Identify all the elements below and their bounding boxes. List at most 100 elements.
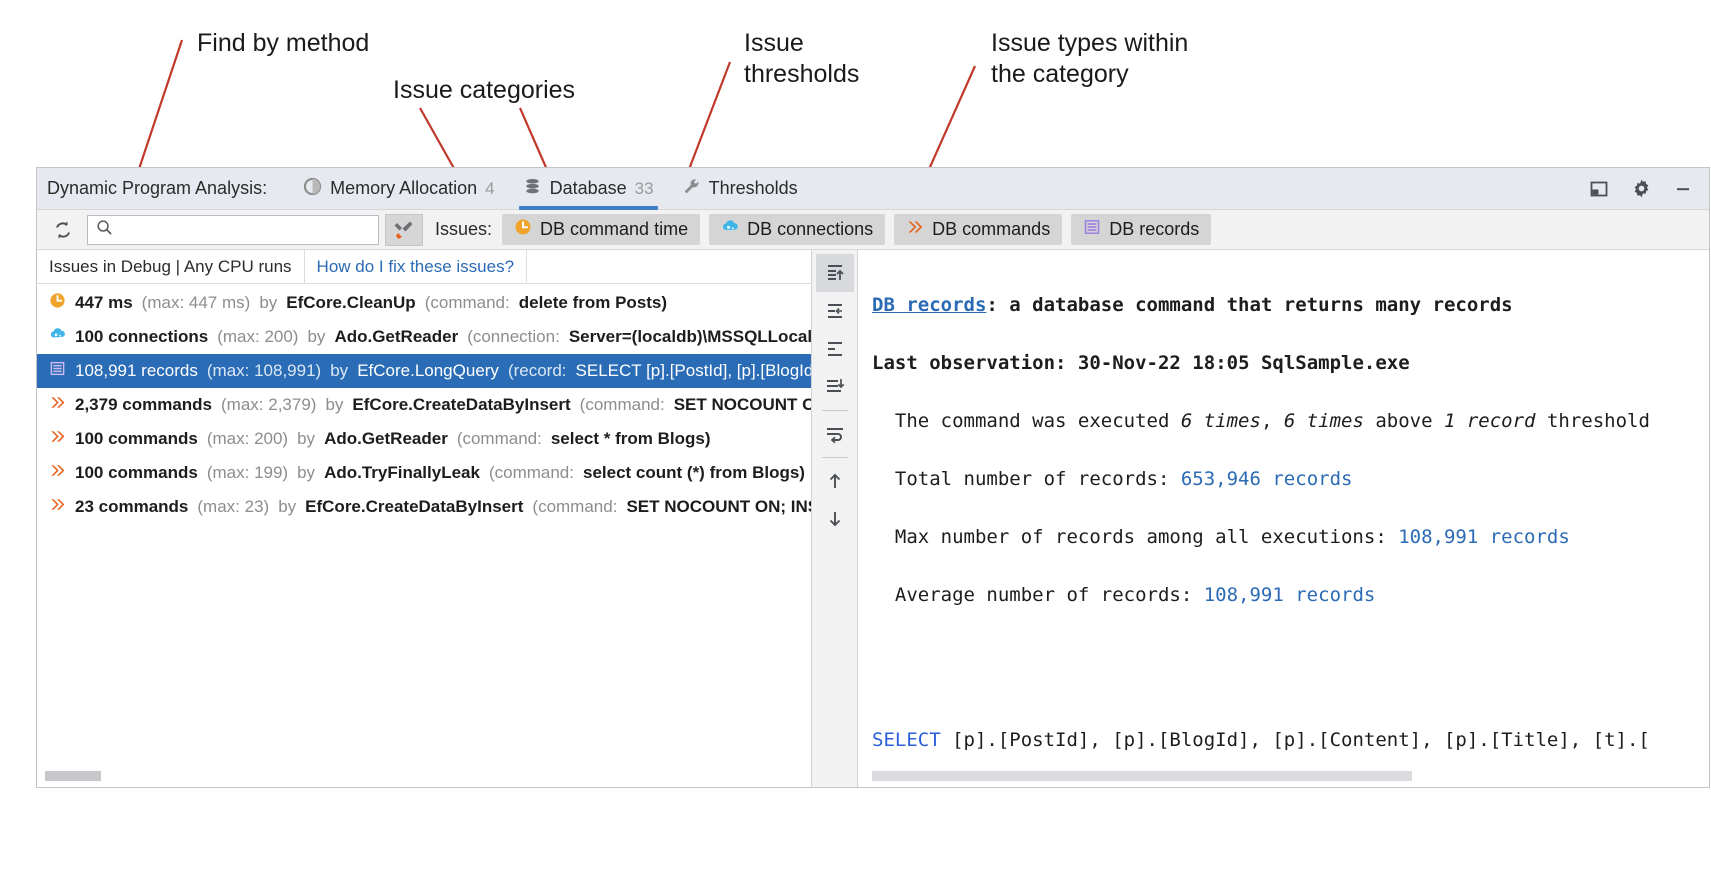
issue-type-db-connections[interactable]: DB connections bbox=[709, 214, 885, 245]
category-label-database: Database bbox=[550, 178, 627, 199]
issue-method: Ado.TryFinallyLeak bbox=[324, 463, 480, 483]
how-to-fix-link[interactable]: How do I fix these issues? bbox=[305, 250, 527, 283]
issue-value: 23 commands bbox=[75, 497, 188, 517]
issue-value: 108,991 records bbox=[75, 361, 198, 381]
details-horizontal-scrollbar[interactable] bbox=[872, 771, 1412, 781]
issue-value: 100 commands bbox=[75, 429, 198, 449]
issue-by: by bbox=[330, 361, 348, 381]
issue-type-db-commands[interactable]: DB commands bbox=[894, 214, 1062, 245]
indent-lines-icon[interactable] bbox=[816, 292, 854, 330]
table-row[interactable]: 23 commands (max: 23) by EfCore.CreateDa… bbox=[37, 490, 811, 524]
issue-list-horizontal-scrollbar[interactable] bbox=[45, 771, 775, 781]
table-row[interactable]: 447 ms (max: 447 ms) by EfCore.CleanUp (… bbox=[37, 286, 811, 320]
issue-value: 2,379 commands bbox=[75, 395, 212, 415]
refresh-icon[interactable] bbox=[43, 213, 83, 247]
issue-detail-key: (record: bbox=[508, 361, 567, 381]
runs-filter-label: Issues in Debug | Any CPU runs bbox=[37, 250, 305, 283]
issue-type-db-records[interactable]: DB records bbox=[1071, 214, 1211, 245]
details-max-records-line: Max number of records among all executio… bbox=[872, 523, 1709, 552]
issue-detail-key: (command: bbox=[580, 395, 665, 415]
details-title-link[interactable]: DB records bbox=[872, 294, 986, 316]
annotation-issue-types: Issue types within the category bbox=[991, 28, 1188, 89]
issue-by: by bbox=[297, 429, 315, 449]
arrow-down-icon[interactable] bbox=[816, 500, 854, 538]
issue-value: 100 commands bbox=[75, 463, 198, 483]
issue-method: EfCore.CreateDataByInsert bbox=[352, 395, 570, 415]
issues-label: Issues: bbox=[435, 219, 492, 240]
filter-brush-icon[interactable] bbox=[385, 214, 423, 246]
executed-text-1: The command was executed bbox=[872, 410, 1181, 432]
category-label-memory-allocation: Memory Allocation bbox=[330, 178, 477, 199]
last-observation-value: 30-Nov-22 18:05 SqlSample.exe bbox=[1078, 352, 1410, 374]
double-chevron-orange-icon bbox=[49, 394, 66, 416]
issue-method: Ado.GetReader bbox=[334, 327, 458, 347]
issue-value: 447 ms bbox=[75, 293, 133, 313]
issue-by: by bbox=[259, 293, 277, 313]
issue-type-label-db-commands: DB commands bbox=[932, 219, 1050, 240]
window-controls bbox=[1587, 177, 1701, 201]
category-tab-memory-allocation[interactable]: Memory Allocation 4 bbox=[289, 168, 509, 210]
double-chevron-orange-icon bbox=[906, 218, 924, 241]
double-chevron-orange-icon bbox=[49, 496, 66, 518]
issue-details-pane[interactable]: DB records: a database command that retu… bbox=[858, 250, 1709, 787]
issue-by: by bbox=[278, 497, 296, 517]
gear-icon[interactable] bbox=[1629, 177, 1653, 201]
table-row[interactable]: 2,379 commands (max: 2,379) by EfCore.Cr… bbox=[37, 388, 811, 422]
issue-type-label-db-connections: DB connections bbox=[747, 219, 873, 240]
table-row[interactable]: 100 commands (max: 199) by Ado.TryFinall… bbox=[37, 456, 811, 490]
executed-text-2: , bbox=[1261, 410, 1284, 432]
details-title-rest: : a database command that returns many r… bbox=[986, 294, 1512, 316]
category-tab-thresholds[interactable]: Thresholds bbox=[668, 168, 812, 210]
issue-type-db-command-time[interactable]: DB command time bbox=[502, 214, 700, 245]
collapse-to-top-icon[interactable] bbox=[816, 254, 854, 292]
search-icon bbox=[96, 219, 113, 241]
soft-wrap-icon[interactable] bbox=[816, 415, 854, 453]
details-title-line: DB records: a database command that retu… bbox=[872, 291, 1709, 320]
issue-max: (max: 2,379) bbox=[221, 395, 316, 415]
table-row[interactable]: 100 commands (max: 200) by Ado.GetReader… bbox=[37, 422, 811, 456]
annotation-issue-categories: Issue categories bbox=[393, 75, 575, 106]
average-records-value: 108,991 records bbox=[1204, 584, 1376, 606]
issue-max: (max: 200) bbox=[217, 327, 298, 347]
executed-times-2: 6 times bbox=[1284, 410, 1364, 432]
issue-method: EfCore.CreateDataByInsert bbox=[305, 497, 523, 517]
arrow-up-icon[interactable] bbox=[816, 462, 854, 500]
sql-text: [p].[PostId], [p].[BlogId], [p].[Content… bbox=[941, 729, 1650, 751]
window-header: Dynamic Program Analysis: Memory Allocat… bbox=[37, 168, 1709, 210]
minus-icon[interactable] bbox=[1671, 177, 1695, 201]
issue-method: EfCore.CleanUp bbox=[286, 293, 415, 313]
executed-threshold-value: 1 record bbox=[1444, 410, 1536, 432]
outdent-lines-icon[interactable] bbox=[816, 330, 854, 368]
category-count-memory-allocation: 4 bbox=[485, 179, 494, 199]
average-records-label: Average number of records: bbox=[872, 584, 1204, 606]
category-label-thresholds: Thresholds bbox=[709, 178, 798, 199]
executed-times-1: 6 times bbox=[1181, 410, 1261, 432]
filter-toolbar: Issues: DB command time bbox=[37, 210, 1709, 250]
window-layout-icon[interactable] bbox=[1587, 177, 1611, 201]
clock-orange-icon bbox=[49, 292, 66, 314]
search-input-wrapper[interactable] bbox=[87, 215, 379, 245]
table-row[interactable]: 100 connections (max: 200) by Ado.GetRea… bbox=[37, 320, 811, 354]
table-row-selected[interactable]: 108,991 records (max: 108,991) by EfCore… bbox=[37, 354, 811, 388]
issue-max: (max: 108,991) bbox=[207, 361, 321, 381]
issue-list[interactable]: 447 ms (max: 447 ms) by EfCore.CleanUp (… bbox=[37, 284, 811, 787]
issue-by: by bbox=[325, 395, 343, 415]
search-input[interactable] bbox=[119, 219, 359, 241]
total-records-value: 653,946 records bbox=[1181, 468, 1353, 490]
issue-detail-value: select * from Blogs) bbox=[551, 429, 711, 449]
details-last-observation-line: Last observation: 30-Nov-22 18:05 SqlSam… bbox=[872, 349, 1709, 378]
database-stack-icon bbox=[523, 177, 542, 201]
window-body: Issues in Debug | Any CPU runs How do I … bbox=[37, 250, 1709, 787]
connections-blue-icon bbox=[49, 326, 66, 348]
double-chevron-orange-icon bbox=[49, 428, 66, 450]
scrollbar-thumb[interactable] bbox=[45, 771, 101, 781]
issue-detail-key: (command: bbox=[489, 463, 574, 483]
category-tab-database[interactable]: Database 33 bbox=[509, 168, 668, 210]
issue-value: 100 connections bbox=[75, 327, 208, 347]
details-executed-line: The command was executed 6 times, 6 time… bbox=[872, 407, 1709, 436]
issue-detail-key: (command: bbox=[532, 497, 617, 517]
executed-text-4: threshold bbox=[1536, 410, 1650, 432]
max-records-label: Max number of records among all executio… bbox=[872, 526, 1398, 548]
lines-down-arrow-icon[interactable] bbox=[816, 368, 854, 406]
annotation-issue-thresholds: Issue thresholds bbox=[744, 28, 859, 89]
